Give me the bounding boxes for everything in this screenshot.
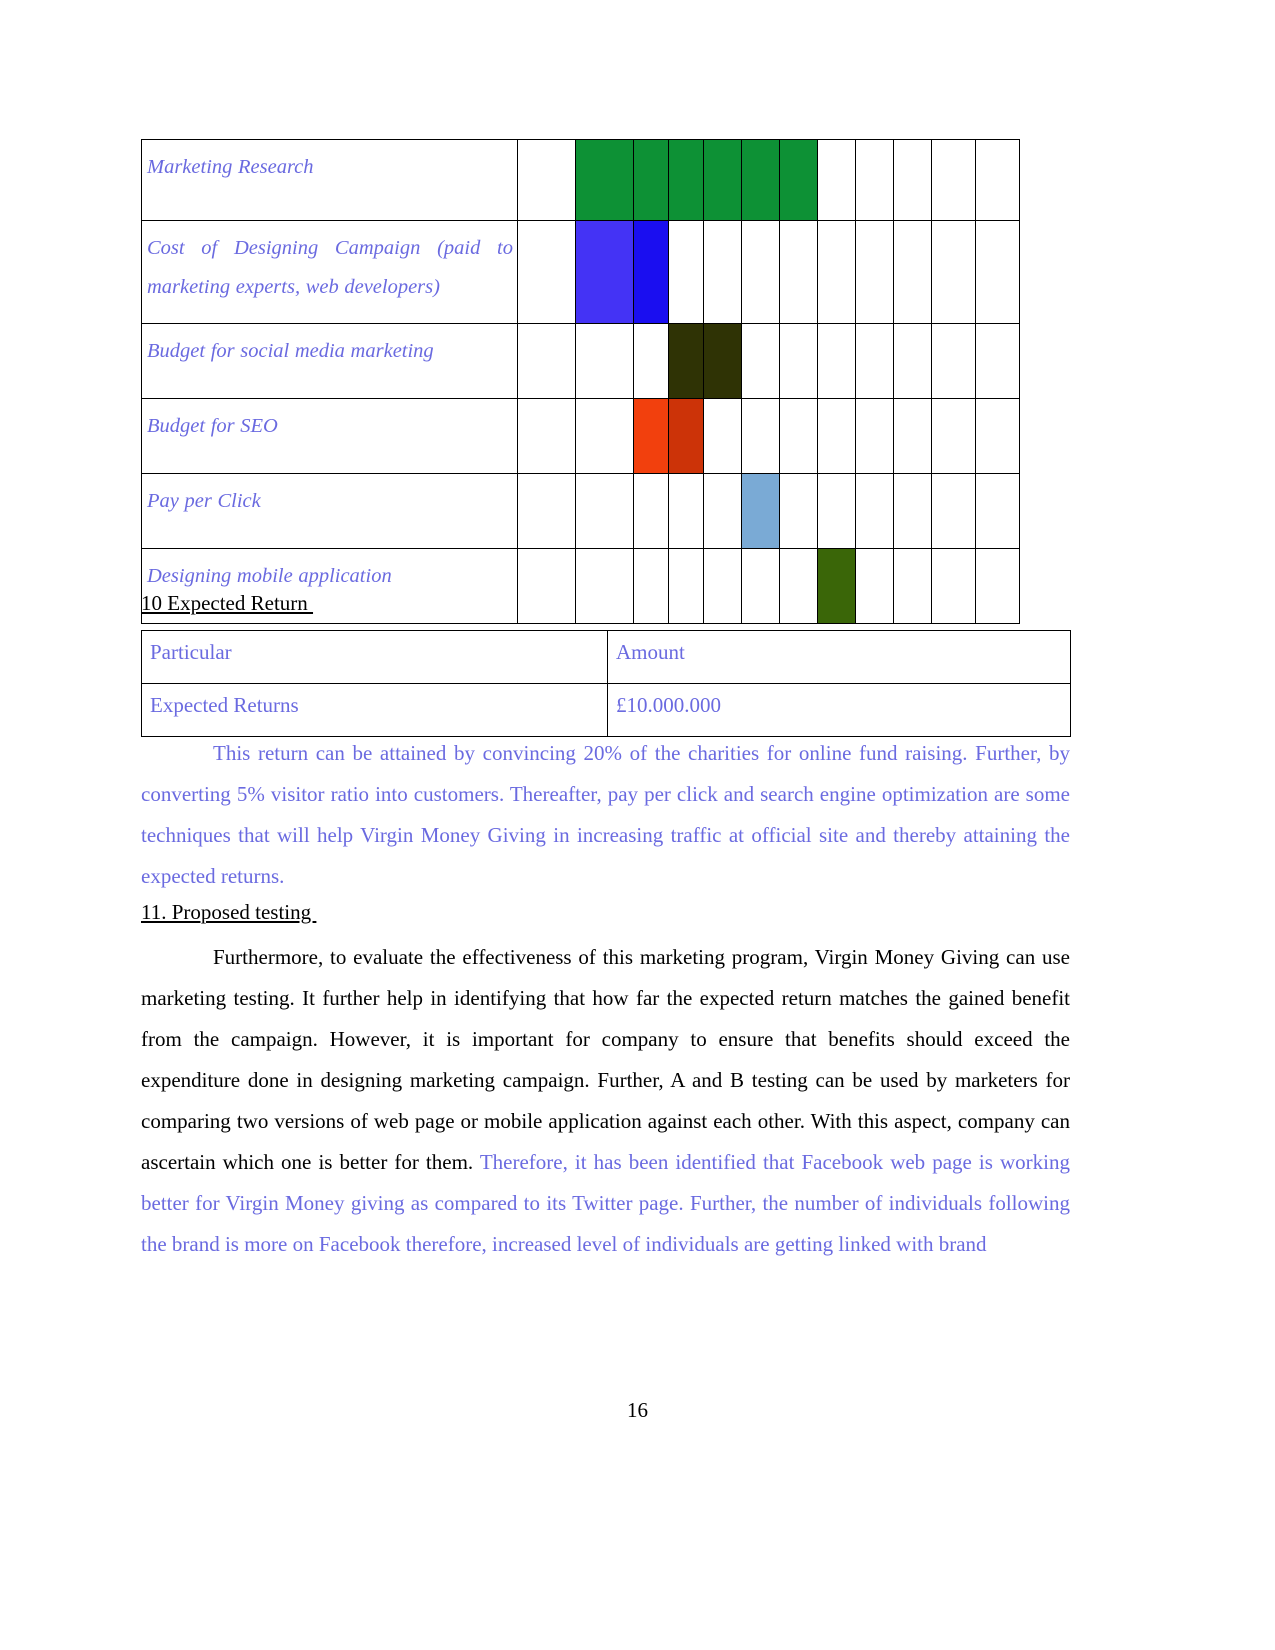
gantt-bar-cell (668, 139, 704, 221)
gantt-empty-cell (893, 220, 932, 324)
gantt-bar-cell (668, 323, 704, 399)
gantt-empty-cell (741, 548, 780, 624)
gantt-row: Budget for social media marketing (141, 323, 1020, 399)
gantt-bar-cell (703, 323, 742, 399)
gantt-empty-cell (975, 473, 1020, 549)
gantt-bar-cell (575, 220, 634, 324)
gantt-empty-cell (975, 220, 1020, 324)
page-number: 16 (627, 1398, 648, 1422)
gantt-bar-cell (633, 398, 669, 474)
gantt-empty-cell (575, 473, 634, 549)
gantt-empty-cell (931, 220, 976, 324)
table-header-row: Particular Amount (141, 630, 1071, 684)
gantt-empty-cell (741, 323, 780, 399)
gantt-row: Budget for SEO (141, 398, 1020, 474)
gantt-empty-cell (931, 473, 976, 549)
gantt-empty-cell (633, 548, 669, 624)
gantt-empty-cell (975, 548, 1020, 624)
gantt-empty-cell (575, 548, 634, 624)
gantt-empty-cell (893, 548, 932, 624)
gantt-empty-cell (575, 398, 634, 474)
gantt-empty-cell (779, 398, 818, 474)
paragraph-testing-black-text: Furthermore, to evaluate the effectivene… (141, 945, 1070, 1174)
gantt-empty-cell (517, 323, 576, 399)
budget-schedule-gantt-table: Marketing Research Cost of Designing Camp… (141, 139, 1020, 624)
gantt-empty-cell (517, 548, 576, 624)
gantt-row: Pay per Click (141, 473, 1020, 549)
gantt-bar-cell (633, 220, 669, 324)
column-header-amount: Amount (607, 630, 1071, 684)
heading-expected-return: 10 Expected Return (141, 591, 314, 615)
gantt-empty-cell (741, 398, 780, 474)
paragraph-expected-return: This return can be attained by convincin… (141, 733, 1070, 897)
document-page: Marketing Research Cost of Designing Camp… (0, 0, 1275, 1650)
gantt-empty-cell (975, 139, 1020, 221)
gantt-empty-cell (855, 398, 894, 474)
gantt-bar-cell (633, 139, 669, 221)
gantt-empty-cell (893, 398, 932, 474)
gantt-empty-cell (817, 323, 856, 399)
table-row: Expected Returns £10.000.000 (141, 683, 1071, 737)
gantt-empty-cell (893, 323, 932, 399)
gantt-empty-cell (779, 323, 818, 399)
gantt-bar-cell (779, 139, 818, 221)
cell-amount-expected-returns: £10.000.000 (607, 683, 1071, 737)
gantt-empty-cell (931, 398, 976, 474)
gantt-bar-cell (668, 398, 704, 474)
gantt-empty-cell (668, 548, 704, 624)
gantt-empty-cell (817, 398, 856, 474)
gantt-task-label: Pay per Click (141, 473, 518, 549)
gantt-task-label: Budget for SEO (141, 398, 518, 474)
gantt-empty-cell (633, 473, 669, 549)
gantt-empty-cell (741, 220, 780, 324)
gantt-empty-cell (779, 473, 818, 549)
gantt-task-label: Cost of Designing Campaign (paid to mark… (141, 220, 518, 324)
gantt-empty-cell (855, 548, 894, 624)
paragraph-proposed-testing: Furthermore, to evaluate the effectivene… (141, 937, 1070, 1265)
gantt-bar-cell (817, 548, 856, 624)
gantt-empty-cell (975, 323, 1020, 399)
gantt-task-label: Marketing Research (141, 139, 518, 221)
gantt-empty-cell (817, 220, 856, 324)
gantt-empty-cell (703, 398, 742, 474)
gantt-empty-cell (703, 548, 742, 624)
expected-return-table: Particular Amount Expected Returns £10.0… (141, 630, 1071, 737)
gantt-bar-cell (741, 473, 780, 549)
gantt-empty-cell (703, 220, 742, 324)
gantt-empty-cell (779, 548, 818, 624)
gantt-empty-cell (779, 220, 818, 324)
gantt-empty-cell (668, 473, 704, 549)
gantt-empty-cell (931, 323, 976, 399)
gantt-empty-cell (703, 473, 742, 549)
gantt-empty-cell (817, 473, 856, 549)
gantt-empty-cell (855, 473, 894, 549)
gantt-empty-cell (855, 220, 894, 324)
column-header-particular: Particular (141, 630, 608, 684)
gantt-empty-cell (855, 323, 894, 399)
gantt-empty-cell (893, 139, 932, 221)
gantt-empty-cell (855, 139, 894, 221)
gantt-bar-cell (741, 139, 780, 221)
gantt-empty-cell (893, 473, 932, 549)
gantt-empty-cell (517, 220, 576, 324)
gantt-empty-cell (931, 548, 976, 624)
gantt-bar-cell (703, 139, 742, 221)
gantt-empty-cell (517, 398, 576, 474)
gantt-empty-cell (931, 139, 976, 221)
gantt-empty-cell (575, 323, 634, 399)
cell-particular-expected-returns: Expected Returns (141, 683, 608, 737)
gantt-row: Cost of Designing Campaign (paid to mark… (141, 220, 1020, 324)
gantt-empty-cell (517, 139, 576, 221)
heading-proposed-testing: 11. Proposed testing (141, 900, 317, 924)
gantt-row: Marketing Research (141, 139, 1020, 221)
gantt-empty-cell (517, 473, 576, 549)
gantt-bar-cell (575, 139, 634, 221)
paragraph-expected-return-text: This return can be attained by convincin… (141, 741, 1070, 888)
gantt-empty-cell (633, 323, 669, 399)
gantt-empty-cell (975, 398, 1020, 474)
gantt-empty-cell (817, 139, 856, 221)
gantt-task-label: Budget for social media marketing (141, 323, 518, 399)
gantt-empty-cell (668, 220, 704, 324)
